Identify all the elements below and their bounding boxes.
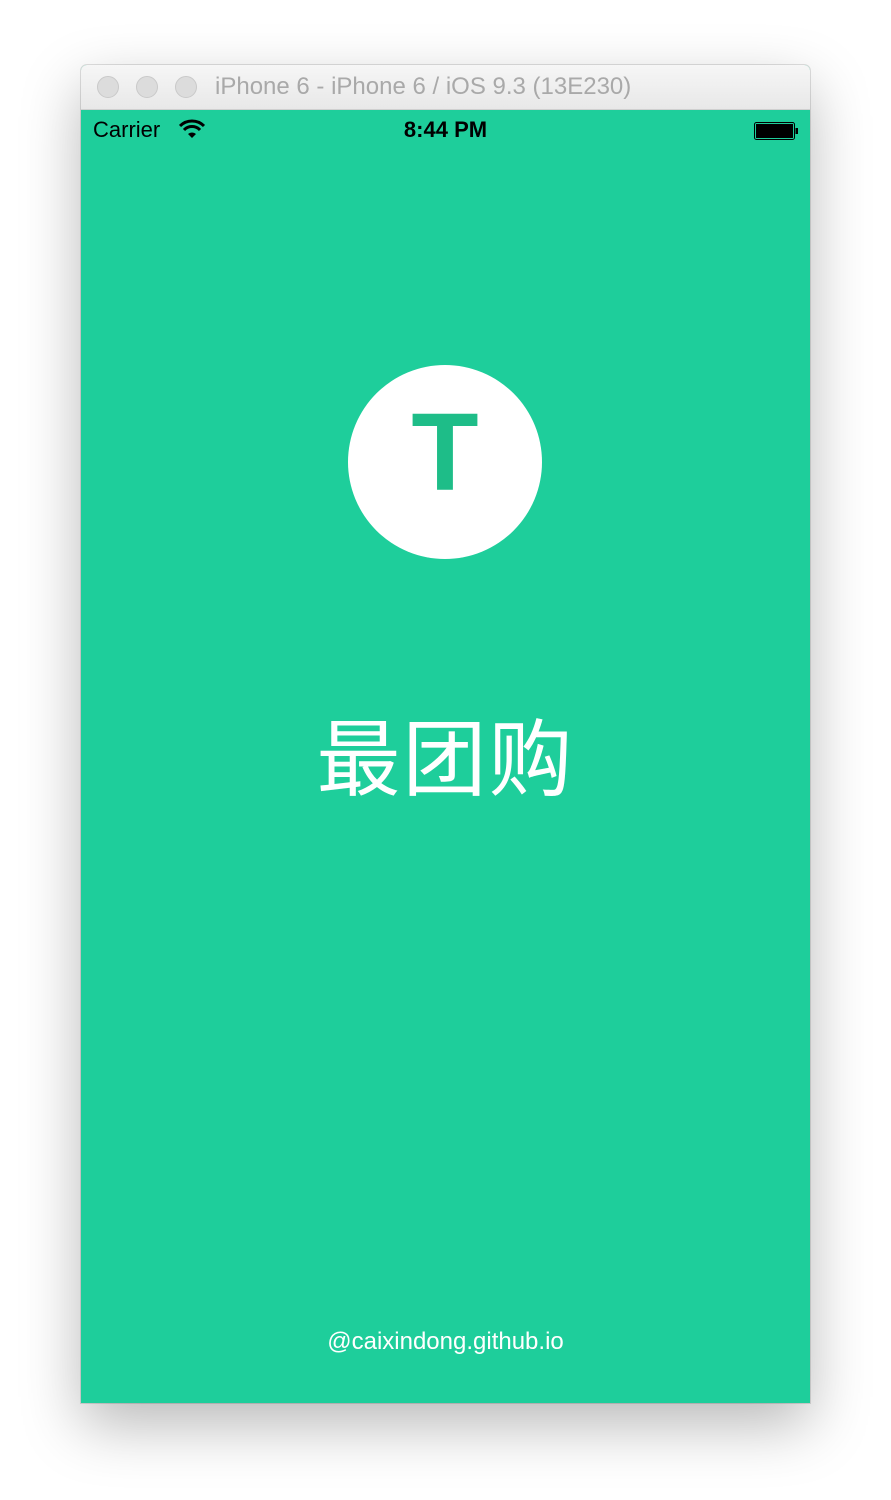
status-bar: Carrier 8:44 PM xyxy=(81,110,810,148)
simulator-window: iPhone 6 - iPhone 6 / iOS 9.3 (13E230) C… xyxy=(81,65,810,1403)
window-title: iPhone 6 - iPhone 6 / iOS 9.3 (13E230) xyxy=(215,73,632,100)
logo-letter: T xyxy=(411,391,479,514)
close-window-button[interactable] xyxy=(97,76,119,98)
author-link[interactable]: @caixindong.github.io xyxy=(81,1328,810,1356)
battery-icon xyxy=(754,120,798,140)
status-time: 8:44 PM xyxy=(403,117,488,142)
app-logo: T xyxy=(348,365,542,559)
minimize-window-button[interactable] xyxy=(136,76,158,98)
window-titlebar[interactable]: iPhone 6 - iPhone 6 / iOS 9.3 (13E230) xyxy=(81,65,810,110)
app-screen[interactable]: Carrier 8:44 PM T 最团购 @caixindong.github… xyxy=(81,110,810,1403)
zoom-window-button[interactable] xyxy=(175,76,197,98)
app-name-title: 最团购 xyxy=(316,713,575,807)
